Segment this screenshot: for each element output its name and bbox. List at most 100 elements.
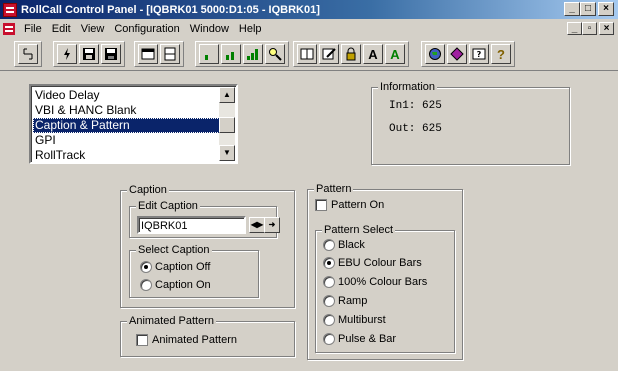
list-item-video-delay[interactable]: Video Delay	[33, 88, 222, 103]
pattern-select-group: Pattern Select Black EBU Colour Bars 100…	[315, 223, 455, 353]
mdi-restore-button[interactable]: ▫	[582, 22, 597, 35]
radio-unselected-icon[interactable]	[323, 333, 335, 345]
caption-off-label: Caption Off	[155, 261, 211, 273]
menu-help[interactable]: Help	[234, 23, 267, 35]
globe-icon[interactable]	[425, 44, 445, 64]
book-icon[interactable]	[297, 44, 317, 64]
edit-caption-label: Edit Caption	[136, 199, 200, 213]
animated-pattern-group: Animated Pattern Animated Pattern	[120, 314, 295, 357]
title-bar[interactable]: RollCall Control Panel - [IQBRK01 5000:D…	[0, 0, 618, 19]
toolbar-group-network	[14, 41, 42, 67]
window-title: RollCall Control Panel - [IQBRK01 5000:D…	[21, 3, 320, 16]
scroll-down-arrow-icon[interactable]: ▼	[219, 145, 235, 161]
network-icon[interactable]	[18, 44, 38, 64]
pattern-label: Pattern	[314, 182, 354, 196]
maximize-button[interactable]: □	[580, 2, 596, 16]
pattern-group: Pattern Pattern On Pattern Select Black …	[307, 182, 463, 360]
pattern-ebu-radio[interactable]: EBU Colour Bars	[323, 257, 422, 269]
pattern-on-label: Pattern On	[331, 199, 385, 211]
edit-doc-icon[interactable]	[319, 44, 339, 64]
radio-unselected-icon[interactable]	[323, 314, 335, 326]
list-item-rolltrack[interactable]: RollTrack	[33, 148, 222, 163]
pattern-on-checkbox[interactable]: Pattern On	[315, 199, 384, 211]
signal-low-icon[interactable]	[199, 44, 219, 64]
information-label: Information	[378, 80, 438, 94]
lightning-icon[interactable]	[57, 44, 77, 64]
edit-caption-group: Edit Caption IQBRK01 ◀▶ ➜	[129, 199, 280, 238]
window-split-icon[interactable]	[160, 44, 180, 64]
caption-off-radio[interactable]: Caption Off	[140, 261, 210, 273]
close-button[interactable]: ×	[598, 2, 614, 16]
info-in-value: In1: 625	[389, 100, 442, 112]
menu-edit[interactable]: Edit	[47, 23, 76, 35]
animated-pattern-checkbox-label: Animated Pattern	[152, 334, 237, 346]
animated-pattern-label: Animated Pattern	[127, 314, 216, 328]
caption-first-icon[interactable]: ◀▶	[249, 217, 265, 233]
pattern-black-label: Black	[338, 239, 365, 251]
pattern-ramp-label: Ramp	[338, 295, 368, 307]
minimize-button[interactable]: _	[564, 2, 580, 16]
select-caption-label: Select Caption	[136, 243, 212, 257]
rollcall-doc-icon[interactable]	[3, 22, 15, 35]
listbox-scrollbar[interactable]: ▲ ▼	[219, 87, 235, 161]
pattern-black-radio[interactable]: Black	[323, 239, 365, 251]
signal-high-icon[interactable]	[243, 44, 263, 64]
pattern-100-radio[interactable]: 100% Colour Bars	[323, 276, 427, 288]
caption-on-radio[interactable]: Caption On	[140, 279, 211, 291]
font-A-green-icon[interactable]: A	[385, 44, 405, 64]
function-listbox[interactable]: Video Delay VBI & HANC Blank Caption & P…	[29, 84, 238, 164]
pattern-100-label: 100% Colour Bars	[338, 276, 428, 288]
search-icon[interactable]	[265, 44, 285, 64]
radio-unselected-icon[interactable]	[323, 276, 335, 288]
menu-configuration[interactable]: Configuration	[109, 23, 184, 35]
toolbar-group-file	[53, 41, 125, 67]
help-cursor-icon[interactable]: ?	[469, 44, 489, 64]
checkbox-icon[interactable]	[315, 199, 327, 211]
pattern-ramp-radio[interactable]: Ramp	[323, 295, 367, 307]
animated-pattern-checkbox[interactable]: Animated Pattern	[136, 334, 237, 346]
save-icon[interactable]	[101, 44, 121, 64]
list-item-gpi[interactable]: GPI	[33, 133, 222, 148]
toolbar-group-signal	[195, 41, 289, 67]
rollcall-app-icon[interactable]	[3, 2, 17, 17]
caption-next-icon[interactable]: ➜	[264, 217, 280, 233]
svg-text:?: ?	[477, 50, 482, 59]
signal-mid-icon[interactable]	[221, 44, 241, 64]
pattern-ebu-label: EBU Colour Bars	[338, 257, 422, 269]
list-item-caption-pattern[interactable]: Caption & Pattern	[33, 118, 222, 133]
caption-label: Caption	[127, 183, 169, 197]
font-A-icon[interactable]: A	[363, 44, 383, 64]
save-edit-icon[interactable]	[79, 44, 99, 64]
radio-unselected-icon[interactable]	[140, 279, 152, 291]
radio-selected-icon[interactable]	[323, 257, 335, 269]
pattern-select-label: Pattern Select	[322, 223, 396, 237]
pattern-multiburst-label: Multiburst	[338, 314, 386, 326]
diamond-icon[interactable]	[447, 44, 467, 64]
window-icon[interactable]	[138, 44, 158, 64]
lock-icon[interactable]	[341, 44, 361, 64]
radio-unselected-icon[interactable]	[323, 239, 335, 251]
toolbar-group-window	[134, 41, 184, 67]
menu-view[interactable]: View	[76, 23, 110, 35]
mdi-minimize-button[interactable]: _	[567, 22, 582, 35]
select-caption-group: Select Caption Caption Off Caption On	[129, 243, 259, 298]
radio-selected-icon[interactable]	[140, 261, 152, 273]
scroll-up-arrow-icon[interactable]: ▲	[219, 87, 235, 103]
checkbox-icon[interactable]	[136, 334, 148, 346]
toolbar-group-help: ? ?	[421, 41, 515, 67]
information-group: Information In1: 625 Out: 625	[371, 80, 570, 165]
info-out-value: Out: 625	[389, 123, 442, 135]
pattern-multiburst-radio[interactable]: Multiburst	[323, 314, 386, 326]
help-icon[interactable]: ?	[491, 44, 511, 64]
menu-bar: File Edit View Configuration Window Help…	[0, 19, 618, 38]
pattern-pulse-bar-label: Pulse & Bar	[338, 333, 397, 345]
pattern-pulse-bar-radio[interactable]: Pulse & Bar	[323, 333, 396, 345]
toolbar: A A ? ?	[0, 38, 618, 70]
caption-text-field[interactable]: IQBRK01	[137, 216, 246, 234]
radio-unselected-icon[interactable]	[323, 295, 335, 307]
scroll-thumb[interactable]	[219, 117, 235, 133]
menu-file[interactable]: File	[19, 23, 47, 35]
mdi-close-button[interactable]: ×	[599, 22, 614, 35]
list-item-vbi-hanc-blank[interactable]: VBI & HANC Blank	[33, 103, 222, 118]
menu-window[interactable]: Window	[185, 23, 234, 35]
